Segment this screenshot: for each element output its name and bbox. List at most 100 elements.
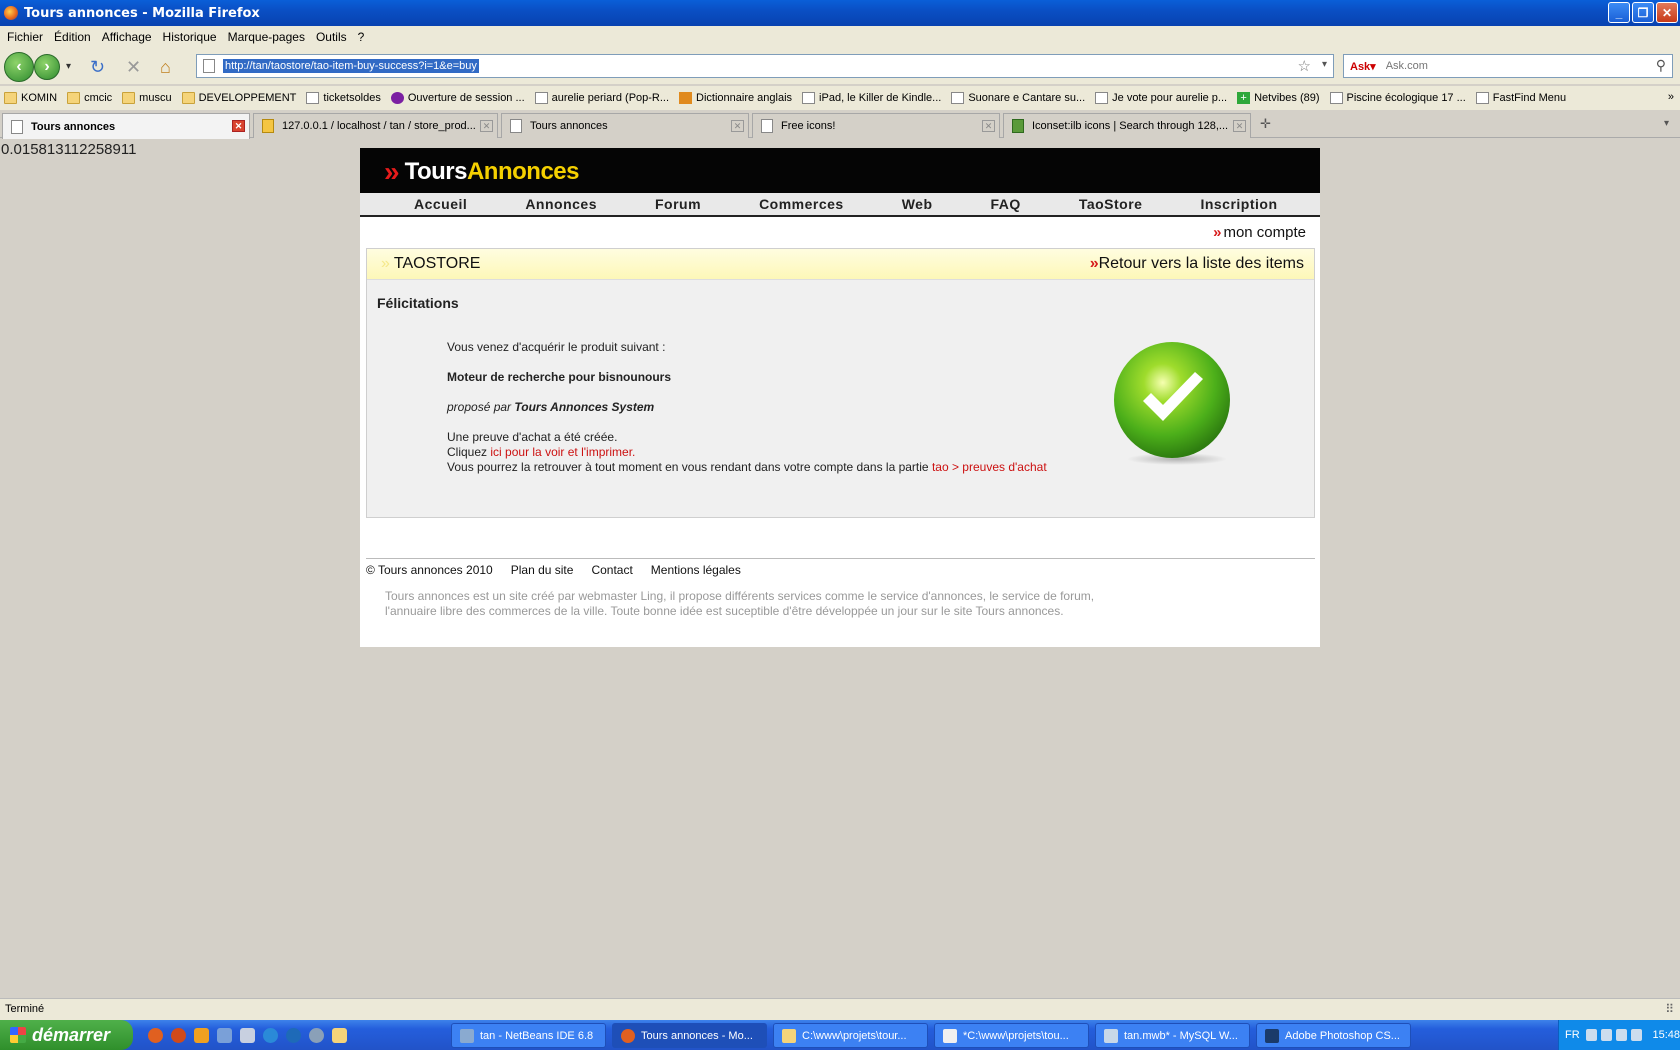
footer-link-legal[interactable]: Mentions légales — [651, 563, 741, 577]
bookmark-item[interactable]: Suonare e Cantare su... — [951, 92, 1085, 104]
tab-phpmyadmin[interactable]: 127.0.0.1 / localhost / tan / store_prod… — [253, 113, 498, 138]
app-quicklaunch-icon[interactable] — [240, 1028, 255, 1043]
network-icon[interactable] — [1600, 1029, 1613, 1041]
task-explorer[interactable]: C:\www\projets\tour... — [773, 1023, 928, 1048]
bookmark-item[interactable]: Je vote pour aurelie p... — [1095, 92, 1227, 104]
task-photoshop[interactable]: Adobe Photoshop CS... — [1256, 1023, 1411, 1048]
print-proof-link[interactable]: ici pour la voir et l'imprimer. — [490, 445, 635, 459]
url-text[interactable]: http://tan/taostore/tao-item-buy-success… — [223, 59, 479, 73]
start-button[interactable]: démarrer — [0, 1020, 133, 1050]
bookmark-item[interactable]: + Netvibes (89) — [1237, 92, 1320, 104]
menu-edition[interactable]: Édition — [54, 30, 91, 44]
folder-icon — [4, 92, 17, 104]
task-mysql-workbench[interactable]: tan.mwb* - MySQL W... — [1095, 1023, 1250, 1048]
bookmarks-overflow-icon[interactable]: » — [1668, 91, 1674, 103]
nav-taostore[interactable]: TaoStore — [1079, 196, 1143, 212]
bookmark-item[interactable]: KOMIN — [4, 92, 57, 104]
chevron-icon: » — [1089, 255, 1099, 272]
nav-accueil[interactable]: Accueil — [414, 196, 467, 212]
close-tab-icon[interactable]: ✕ — [982, 120, 995, 132]
windows-taskbar: démarrer tan - NetBeans IDE 6.8 Tours an… — [0, 1020, 1680, 1050]
status-bar: Terminé ⠿ — [0, 998, 1680, 1020]
nav-forum[interactable]: Forum — [655, 196, 701, 212]
search-input[interactable] — [1385, 60, 1656, 72]
close-tab-icon[interactable]: ✕ — [1233, 120, 1246, 132]
nav-faq[interactable]: FAQ — [991, 196, 1021, 212]
history-dropdown-icon[interactable]: ▾ — [66, 61, 71, 72]
tab-list-dropdown-icon[interactable]: ▾ — [1664, 118, 1669, 129]
bookmark-item[interactable]: iPad, le Killer de Kindle... — [802, 92, 941, 104]
close-tab-icon[interactable]: ✕ — [731, 120, 744, 132]
reload-icon[interactable]: ↻ — [90, 57, 105, 78]
folder-quicklaunch-icon[interactable] — [332, 1028, 347, 1043]
nav-commerces[interactable]: Commerces — [759, 196, 844, 212]
resize-grip-icon[interactable]: ⠿ — [1665, 1002, 1674, 1016]
ie-alt-quicklaunch-icon[interactable] — [286, 1028, 301, 1043]
menu-historique[interactable]: Historique — [163, 30, 217, 44]
bookmark-item[interactable]: DEVELOPPEMENT — [181, 92, 296, 104]
back-to-items-link[interactable]: » Retour vers la liste des items — [1090, 255, 1304, 273]
menu-affichage[interactable]: Affichage — [102, 30, 152, 44]
firefox-quicklaunch-icon[interactable] — [148, 1028, 163, 1043]
maximize-button[interactable]: ❐ — [1632, 2, 1654, 23]
language-indicator[interactable]: FR — [1565, 1029, 1580, 1041]
task-editor[interactable]: *C:\www\projets\tou... — [934, 1023, 1089, 1048]
back-button[interactable]: ‹ — [4, 52, 34, 82]
menu-outils[interactable]: Outils — [316, 30, 347, 44]
nav-inscription[interactable]: Inscription — [1200, 196, 1277, 212]
bookmark-item[interactable]: FastFind Menu — [1475, 92, 1566, 104]
tray-arrow-icon[interactable] — [1585, 1029, 1597, 1041]
firefox-alt-quicklaunch-icon[interactable] — [171, 1028, 186, 1043]
bookmark-item[interactable]: cmcic — [67, 92, 112, 104]
menu-help[interactable]: ? — [358, 30, 365, 44]
tab-iconset[interactable]: Iconset:ilb icons | Search through 128,.… — [1003, 113, 1251, 138]
bookmark-item[interactable]: muscu — [122, 92, 172, 104]
search-engine-icon[interactable]: Ask▾ — [1350, 60, 1376, 73]
new-tab-icon[interactable]: ✛ — [1260, 116, 1271, 132]
close-tab-icon[interactable]: ✕ — [232, 120, 245, 132]
people-quicklaunch-icon[interactable] — [194, 1028, 209, 1043]
tab-tours-annonces-2[interactable]: Tours annonces ✕ — [501, 113, 749, 138]
minimize-button[interactable]: _ — [1608, 2, 1630, 23]
ie-quicklaunch-icon[interactable] — [263, 1028, 278, 1043]
stop-icon[interactable]: ✕ — [126, 57, 141, 78]
footer-link-sitemap[interactable]: Plan du site — [511, 563, 574, 577]
url-dropdown-icon[interactable]: ▾ — [1322, 59, 1327, 70]
footer-link-contact[interactable]: Contact — [591, 563, 632, 577]
nav-annonces[interactable]: Annonces — [525, 196, 597, 212]
proofs-of-purchase-link[interactable]: tao > preuves d'achat — [932, 460, 1047, 474]
product-name: Moteur de recherche pour bisnounours — [447, 370, 672, 384]
panel-header: » TAOSTORE » Retour vers la liste des ite… — [367, 249, 1314, 280]
account-link[interactable]: » mon compte — [1213, 224, 1306, 241]
site-container: » Tours Annonces Accueil Annonces Forum … — [360, 148, 1320, 647]
antivirus-icon[interactable] — [1616, 1029, 1628, 1041]
home-icon[interactable]: ⌂ — [160, 57, 171, 78]
nav-web[interactable]: Web — [902, 196, 933, 212]
search-bar[interactable]: Ask▾ ⚲ — [1343, 54, 1673, 78]
tab-free-icons[interactable]: Free icons! ✕ — [752, 113, 1000, 138]
task-firefox[interactable]: Tours annonces - Mo... — [612, 1023, 767, 1048]
menu-fichier[interactable]: Fichier — [7, 30, 43, 44]
task-netbeans[interactable]: tan - NetBeans IDE 6.8 — [451, 1023, 606, 1048]
window-title-bar[interactable]: Tours annonces - Mozilla Firefox _ ❐ ✕ — [0, 0, 1680, 26]
bookmark-star-icon[interactable]: ☆ — [1298, 57, 1311, 75]
bookmark-item[interactable]: Ouverture de session ... — [390, 92, 525, 104]
tools-quicklaunch-icon[interactable] — [217, 1028, 232, 1043]
forward-button[interactable]: › — [34, 54, 60, 80]
search-icon[interactable]: ⚲ — [1656, 57, 1666, 74]
tab-tours-annonces[interactable]: Tours annonces ✕ — [2, 113, 250, 139]
close-window-button[interactable]: ✕ — [1656, 2, 1678, 23]
bookmark-item[interactable]: Dictionnaire anglais — [679, 92, 792, 104]
chevron-icon: » — [381, 255, 390, 272]
close-tab-icon[interactable]: ✕ — [480, 120, 493, 132]
security-shield-icon[interactable] — [1631, 1029, 1643, 1041]
bookmark-item[interactable]: ticketsoldes — [306, 92, 381, 104]
bookmark-item[interactable]: aurelie periard (Pop-R... — [534, 92, 669, 104]
bookmark-item[interactable]: Piscine écologique 17 ... — [1329, 92, 1466, 104]
address-bar[interactable]: http://tan/taostore/tao-item-buy-success… — [196, 54, 1334, 78]
notepad-icon — [943, 1028, 957, 1043]
clock[interactable]: 15:48 — [1652, 1029, 1680, 1041]
menu-marque-pages[interactable]: Marque-pages — [228, 30, 305, 44]
globe-quicklaunch-icon[interactable] — [309, 1028, 324, 1043]
site-logo[interactable]: » Tours Annonces — [384, 158, 579, 186]
